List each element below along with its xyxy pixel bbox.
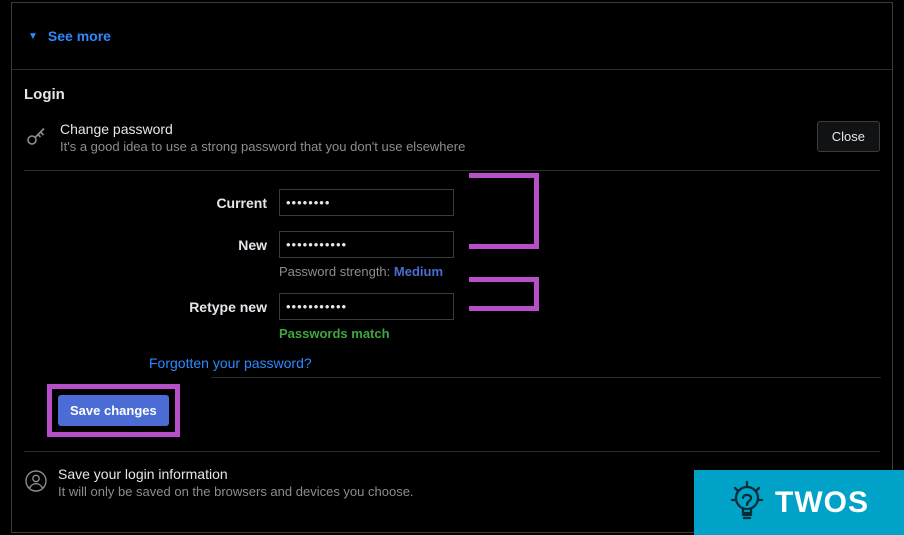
change-password-title: Change password bbox=[60, 121, 465, 137]
retype-password-label: Retype new bbox=[24, 293, 279, 321]
section-title: Login bbox=[24, 70, 880, 121]
close-button[interactable]: Close bbox=[817, 121, 880, 152]
password-strength-value: Medium bbox=[394, 264, 443, 279]
password-form: Current New Password strength: Medium Re… bbox=[24, 171, 880, 437]
divider bbox=[211, 377, 881, 378]
save-changes-button[interactable]: Save changes bbox=[58, 395, 169, 426]
save-login-subtitle: It will only be saved on the browsers an… bbox=[58, 484, 414, 499]
password-strength-label: Password strength: bbox=[279, 264, 390, 279]
watermark-text: TWOS bbox=[775, 486, 869, 520]
key-icon bbox=[24, 125, 48, 149]
passwords-match-label: Passwords match bbox=[279, 326, 454, 341]
change-password-header: Change password It's a good idea to use … bbox=[24, 121, 880, 171]
current-password-input[interactable] bbox=[279, 189, 454, 216]
person-icon bbox=[24, 469, 48, 493]
see-more-label: See more bbox=[48, 28, 111, 44]
forgotten-password-link[interactable]: Forgotten your password? bbox=[149, 355, 312, 371]
new-password-input[interactable] bbox=[279, 231, 454, 258]
watermark-badge: TWOS bbox=[694, 470, 904, 535]
lightbulb-icon bbox=[729, 478, 765, 528]
login-section: Login Change password It's a good idea t… bbox=[12, 70, 892, 499]
annotation-highlight-icon: Save changes bbox=[47, 384, 180, 437]
caret-down-icon: ▼ bbox=[28, 31, 38, 42]
change-password-subtitle: It's a good idea to use a strong passwor… bbox=[60, 139, 465, 154]
see-more-bar[interactable]: ▼ See more bbox=[12, 3, 892, 70]
retype-password-input[interactable] bbox=[279, 293, 454, 320]
new-password-label: New bbox=[24, 231, 279, 259]
save-login-title: Save your login information bbox=[58, 466, 414, 482]
annotation-bracket-icon bbox=[469, 277, 539, 311]
current-password-label: Current bbox=[24, 189, 279, 217]
annotation-bracket-icon bbox=[469, 173, 539, 249]
